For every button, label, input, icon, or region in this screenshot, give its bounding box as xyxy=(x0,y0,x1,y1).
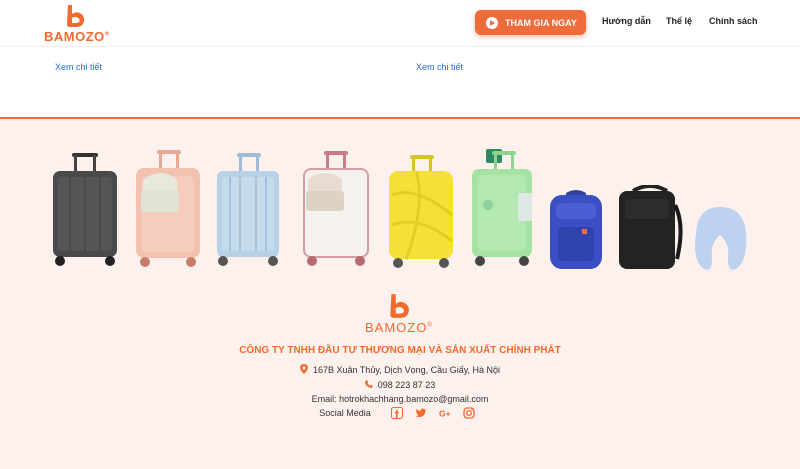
site-header: BAMOZO® THAM GIA NGAY Hướng dẫn Thể lệ C… xyxy=(0,0,800,47)
address-text: 167B Xuân Thủy, Dịch Vọng, Cầu Giấy, Hà … xyxy=(312,365,501,375)
nav-guide[interactable]: Hướng dẫn xyxy=(602,16,651,26)
email-text[interactable]: Email: hotrokhachhang.bamozo@gmail.com xyxy=(312,394,489,404)
bamozo-logo-icon xyxy=(67,5,85,27)
backpack-blue-image xyxy=(550,190,602,269)
play-icon xyxy=(486,16,498,29)
suitcase-green-image xyxy=(472,149,532,266)
address-row: 167B Xuân Thủy, Dịch Vọng, Cầu Giấy, Hà … xyxy=(0,364,800,375)
brand-logo[interactable]: BAMOZO® xyxy=(44,4,114,44)
company-name: CÔNG TY TNHH ĐẦU TƯ THƯƠNG MẠI VÀ SẢN XU… xyxy=(239,345,561,356)
phone-icon xyxy=(364,380,373,388)
nav-policy[interactable]: Chính sách xyxy=(709,16,758,26)
footer-brand-name: BAMOZO® xyxy=(365,320,433,335)
social-media-label: Social Media xyxy=(319,408,371,418)
neck-pillow-image xyxy=(695,207,747,270)
suitcase-light-blue-image xyxy=(217,153,279,266)
join-now-button[interactable]: THAM GIA NGAY xyxy=(475,10,586,35)
suitcase-peach-image xyxy=(136,150,200,267)
social-media-row: Social Media G+ xyxy=(0,407,800,419)
suitcase-dark-gray-image xyxy=(53,153,117,266)
suitcase-white-image xyxy=(303,151,369,266)
view-details-link-2[interactable]: Xem chi tiết xyxy=(416,62,463,72)
footer-brand-logo: BAMOZO® xyxy=(363,293,437,337)
nav-rules[interactable]: Thể lệ xyxy=(666,16,692,26)
product-lineup xyxy=(0,147,800,277)
brand-name: BAMOZO® xyxy=(44,29,110,44)
backpack-black-image xyxy=(619,185,683,269)
facebook-icon[interactable] xyxy=(390,407,403,419)
google-plus-icon[interactable]: G+ xyxy=(439,407,451,419)
email-row: Email: hotrokhachhang.bamozo@gmail.com xyxy=(0,394,800,404)
view-details-link-1[interactable]: Xem chi tiết xyxy=(55,62,102,72)
phone-row: 098 223 87 23 xyxy=(0,379,800,390)
location-pin-icon xyxy=(299,364,308,374)
svg-text:G+: G+ xyxy=(439,408,451,418)
bamozo-logo-icon xyxy=(390,294,409,318)
suitcase-yellow-image xyxy=(389,155,453,268)
twitter-icon[interactable] xyxy=(415,407,427,419)
join-now-label: THAM GIA NGAY xyxy=(505,17,577,28)
phone-text[interactable]: 098 223 87 23 xyxy=(378,380,436,390)
site-footer: BAMOZO® CÔNG TY TNHH ĐẦU TƯ THƯƠNG MẠI V… xyxy=(0,117,800,469)
instagram-icon[interactable] xyxy=(463,407,475,419)
